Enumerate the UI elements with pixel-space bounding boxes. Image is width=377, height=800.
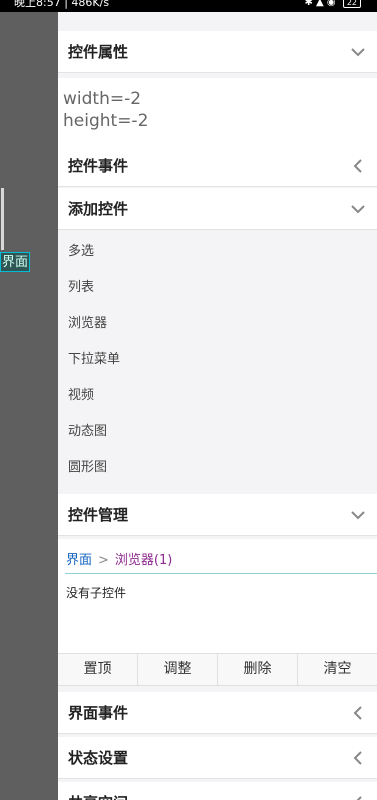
add-control-item-checkbox[interactable]: 多选	[58, 234, 377, 270]
add-control-item-browser[interactable]: 浏览器	[58, 306, 377, 342]
section-shared-space-header[interactable]: 共享空间	[58, 782, 377, 800]
add-control-item-circle-image[interactable]: 圆形图	[58, 450, 377, 486]
add-control-item-video[interactable]: 视频	[58, 378, 377, 414]
root-view-tag[interactable]: 界面	[0, 252, 30, 272]
empty-children-text: 没有子控件	[66, 586, 127, 600]
status-icons: ✱ ▲ ◉ 22	[304, 0, 361, 8]
clear-button[interactable]: 清空	[298, 654, 377, 685]
list-item-label: 下拉菜单	[68, 352, 121, 367]
list-item-label: 动态图	[68, 424, 108, 439]
section-state-settings-title: 状态设置	[68, 749, 129, 767]
property-height: height=-2	[63, 111, 149, 131]
status-icon-glyphs: ✱ ▲ ◉	[304, 0, 336, 8]
add-control-item-list[interactable]: 列表	[58, 270, 377, 306]
list-item-label: 视频	[68, 388, 95, 403]
section-view-events-title: 界面事件	[68, 704, 129, 722]
list-item-label: 圆形图	[68, 460, 108, 475]
management-content: 界面 > 浏览器(1) 没有子控件	[58, 539, 377, 653]
property-panel: 控件属性 width=-2 height=-2 控件事件 添加控件 多选 列表 …	[58, 12, 377, 800]
chevron-down-icon[interactable]	[349, 43, 367, 61]
section-events-header[interactable]: 控件事件	[58, 145, 377, 187]
breadcrumb-separator: >	[98, 553, 109, 568]
section-add-control-title: 添加控件	[68, 200, 129, 218]
adjust-button[interactable]: 调整	[138, 654, 218, 685]
add-control-item-gif[interactable]: 动态图	[58, 414, 377, 450]
breadcrumb-current[interactable]: 浏览器(1)	[115, 553, 172, 568]
section-shared-space-title: 共享空间	[68, 782, 128, 800]
chevron-down-icon[interactable]	[349, 200, 367, 218]
battery-icon: 22	[342, 0, 361, 8]
breadcrumb-divider	[65, 573, 377, 574]
chevron-left-icon[interactable]	[349, 704, 367, 722]
pin-top-button[interactable]: 置顶	[58, 654, 138, 685]
section-add-control-header[interactable]: 添加控件	[58, 188, 377, 230]
list-item-label: 多选	[68, 244, 95, 259]
chevron-left-icon[interactable]	[349, 749, 367, 767]
delete-button[interactable]: 删除	[218, 654, 298, 685]
list-item-label: 浏览器	[68, 316, 108, 331]
section-management-header[interactable]: 控件管理	[58, 494, 377, 536]
list-item-label: 列表	[68, 280, 95, 295]
canvas-scrollbar[interactable]	[1, 188, 4, 250]
properties-content: width=-2 height=-2	[58, 78, 377, 145]
section-state-settings-header[interactable]: 状态设置	[58, 737, 377, 779]
section-events-title: 控件事件	[68, 157, 129, 175]
status-time: 晚上8:57 | 486K/s	[14, 0, 110, 9]
design-canvas[interactable]: 界面	[0, 12, 58, 800]
add-control-item-dropdown[interactable]: 下拉菜单	[58, 342, 377, 378]
section-management-title: 控件管理	[68, 506, 129, 524]
section-properties-header[interactable]: 控件属性	[58, 31, 377, 73]
chevron-left-icon[interactable]	[349, 157, 367, 175]
section-view-events-header[interactable]: 界面事件	[58, 692, 377, 734]
status-bar: 晚上8:57 | 486K/s ✱ ▲ ◉ 22	[0, 0, 377, 12]
property-width: width=-2	[63, 89, 142, 109]
breadcrumb: 界面 > 浏览器(1)	[66, 549, 172, 568]
chevron-left-icon[interactable]	[349, 794, 367, 800]
breadcrumb-root-link[interactable]: 界面	[66, 553, 92, 568]
chevron-down-icon[interactable]	[349, 506, 367, 524]
section-properties-title: 控件属性	[68, 43, 129, 61]
management-action-bar: 置顶 调整 删除 清空	[58, 653, 377, 686]
